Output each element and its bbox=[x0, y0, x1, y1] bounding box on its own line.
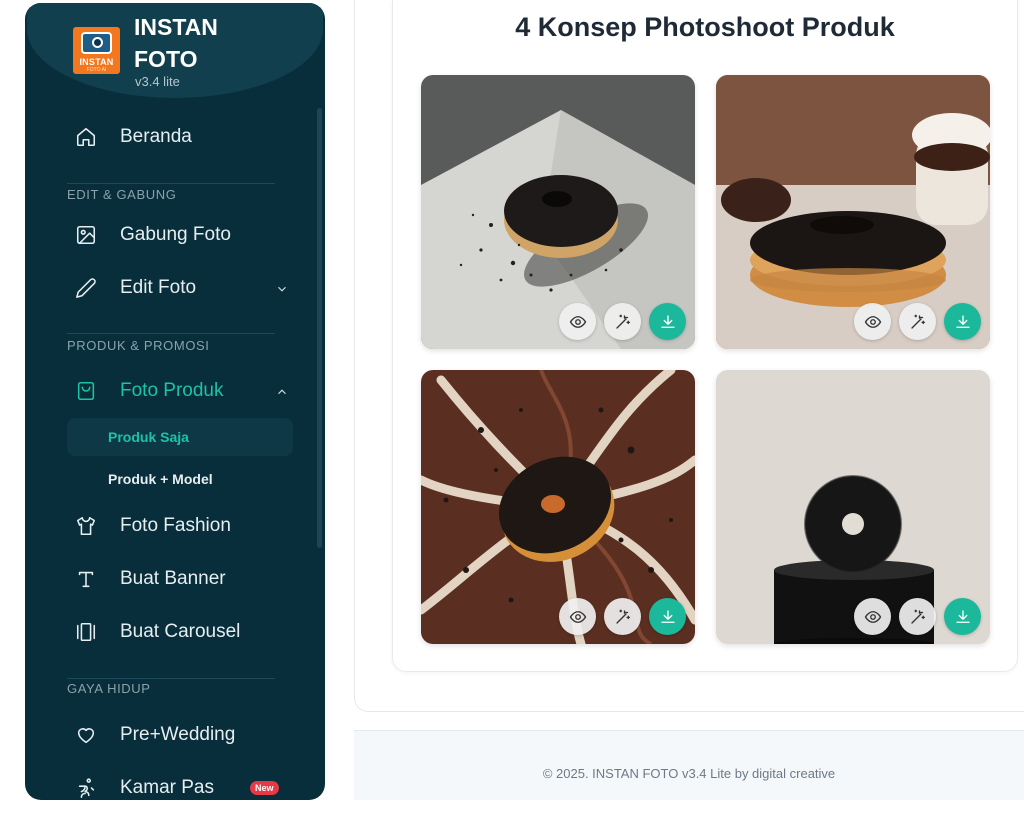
sidebar-item-edit-photo[interactable]: Edit Foto bbox=[65, 268, 295, 308]
sidebar-item-home[interactable]: Beranda bbox=[65, 117, 295, 157]
sidebar: INSTAN FOTO AI INSTAN FOTO v3.4 lite Ber… bbox=[25, 3, 325, 800]
download-icon bbox=[660, 609, 675, 623]
text-icon bbox=[73, 566, 99, 592]
eye-icon bbox=[569, 610, 586, 623]
heart-icon bbox=[73, 722, 99, 748]
download-icon bbox=[660, 314, 675, 328]
result-photo-2[interactable] bbox=[716, 75, 990, 349]
app-page: INSTAN FOTO AI INSTAN FOTO v3.4 lite Ber… bbox=[0, 0, 1024, 820]
eye-icon bbox=[864, 610, 881, 623]
camera-icon bbox=[81, 32, 112, 54]
sidebar-item-label: Buat Carousel bbox=[120, 621, 241, 642]
person-pose-icon bbox=[73, 775, 99, 800]
eye-icon bbox=[864, 315, 881, 328]
eye-icon bbox=[569, 315, 586, 328]
chevron-up-icon[interactable] bbox=[275, 383, 289, 397]
sidebar-item-fashion-photo[interactable]: Foto Fashion bbox=[65, 506, 295, 546]
photo-actions bbox=[559, 598, 686, 635]
sidebar-item-product-photo[interactable]: Foto Produk bbox=[65, 371, 295, 411]
sidebar-item-label: Gabung Foto bbox=[120, 224, 231, 245]
sidebar-item-fitting-room[interactable]: Kamar Pas New bbox=[65, 768, 295, 800]
sidebar-item-label: Beranda bbox=[120, 126, 192, 147]
sidebar-subitem-product-model[interactable]: Produk + Model bbox=[67, 460, 293, 498]
section-label-edit: EDIT & GABUNG bbox=[67, 187, 177, 202]
home-icon bbox=[73, 124, 99, 150]
sidebar-item-prewedding[interactable]: Pre+Wedding bbox=[65, 715, 295, 755]
enhance-button[interactable] bbox=[899, 598, 936, 635]
image-icon bbox=[73, 222, 99, 248]
app-version: v3.4 lite bbox=[135, 74, 180, 89]
download-button[interactable] bbox=[944, 303, 981, 340]
magic-wand-icon bbox=[910, 314, 925, 329]
preview-button[interactable] bbox=[559, 303, 596, 340]
download-icon bbox=[955, 314, 970, 328]
magic-wand-icon bbox=[615, 314, 630, 329]
sidebar-item-label: Kamar Pas bbox=[120, 777, 214, 798]
pencil-icon bbox=[73, 275, 99, 301]
brand-header: INSTAN FOTO AI INSTAN FOTO v3.4 lite bbox=[27, 3, 323, 98]
divider bbox=[67, 678, 275, 679]
photo-actions bbox=[854, 598, 981, 635]
sidebar-item-label: Pre+Wedding bbox=[120, 724, 236, 745]
divider bbox=[67, 333, 275, 334]
section-label-lifestyle: GAYA HIDUP bbox=[67, 681, 151, 696]
sidebar-item-label: Foto Produk bbox=[120, 380, 224, 401]
download-button[interactable] bbox=[649, 303, 686, 340]
download-button[interactable] bbox=[944, 598, 981, 635]
section-label-product: PRODUK & PROMOSI bbox=[67, 338, 210, 353]
carousel-icon bbox=[73, 619, 99, 645]
sidebar-item-make-carousel[interactable]: Buat Carousel bbox=[65, 612, 295, 652]
page-title: 4 Konsep Photoshoot Produk bbox=[515, 12, 895, 42]
footer: © 2025. INSTAN FOTO v3.4 Lite by digital… bbox=[354, 730, 1024, 800]
sidebar-item-label: Buat Banner bbox=[120, 568, 226, 589]
result-photo-4[interactable] bbox=[716, 370, 990, 644]
sidebar-item-label: Foto Fashion bbox=[120, 515, 231, 536]
download-icon bbox=[955, 609, 970, 623]
divider bbox=[67, 183, 275, 184]
chevron-down-icon[interactable] bbox=[275, 280, 289, 294]
sidebar-item-make-banner[interactable]: Buat Banner bbox=[65, 559, 295, 599]
sidebar-item-merge-photo[interactable]: Gabung Foto bbox=[65, 215, 295, 255]
download-button[interactable] bbox=[649, 598, 686, 635]
enhance-button[interactable] bbox=[604, 303, 641, 340]
result-photo-3[interactable] bbox=[421, 370, 695, 644]
enhance-button[interactable] bbox=[604, 598, 641, 635]
preview-button[interactable] bbox=[854, 598, 891, 635]
enhance-button[interactable] bbox=[899, 303, 936, 340]
logo-text: INSTAN bbox=[79, 57, 114, 67]
preview-button[interactable] bbox=[854, 303, 891, 340]
photo-actions bbox=[854, 303, 981, 340]
sidebar-item-label: Edit Foto bbox=[120, 277, 197, 298]
result-photo-1[interactable] bbox=[421, 75, 695, 349]
magic-wand-icon bbox=[910, 609, 925, 624]
shopping-bag-icon bbox=[73, 378, 99, 404]
sidebar-subitem-product-only[interactable]: Produk Saja bbox=[67, 418, 293, 456]
copyright-text: © 2025. INSTAN FOTO v3.4 Lite by digital… bbox=[542, 766, 836, 781]
preview-button[interactable] bbox=[559, 598, 596, 635]
logo-subtext: FOTO AI bbox=[86, 67, 107, 73]
shirt-icon bbox=[73, 513, 99, 539]
app-title: INSTAN FOTO bbox=[134, 14, 218, 72]
photo-actions bbox=[559, 303, 686, 340]
sidebar-scrollbar[interactable] bbox=[317, 108, 322, 548]
app-logo[interactable]: INSTAN FOTO AI bbox=[73, 27, 120, 74]
magic-wand-icon bbox=[615, 609, 630, 624]
new-badge: New bbox=[249, 781, 279, 795]
